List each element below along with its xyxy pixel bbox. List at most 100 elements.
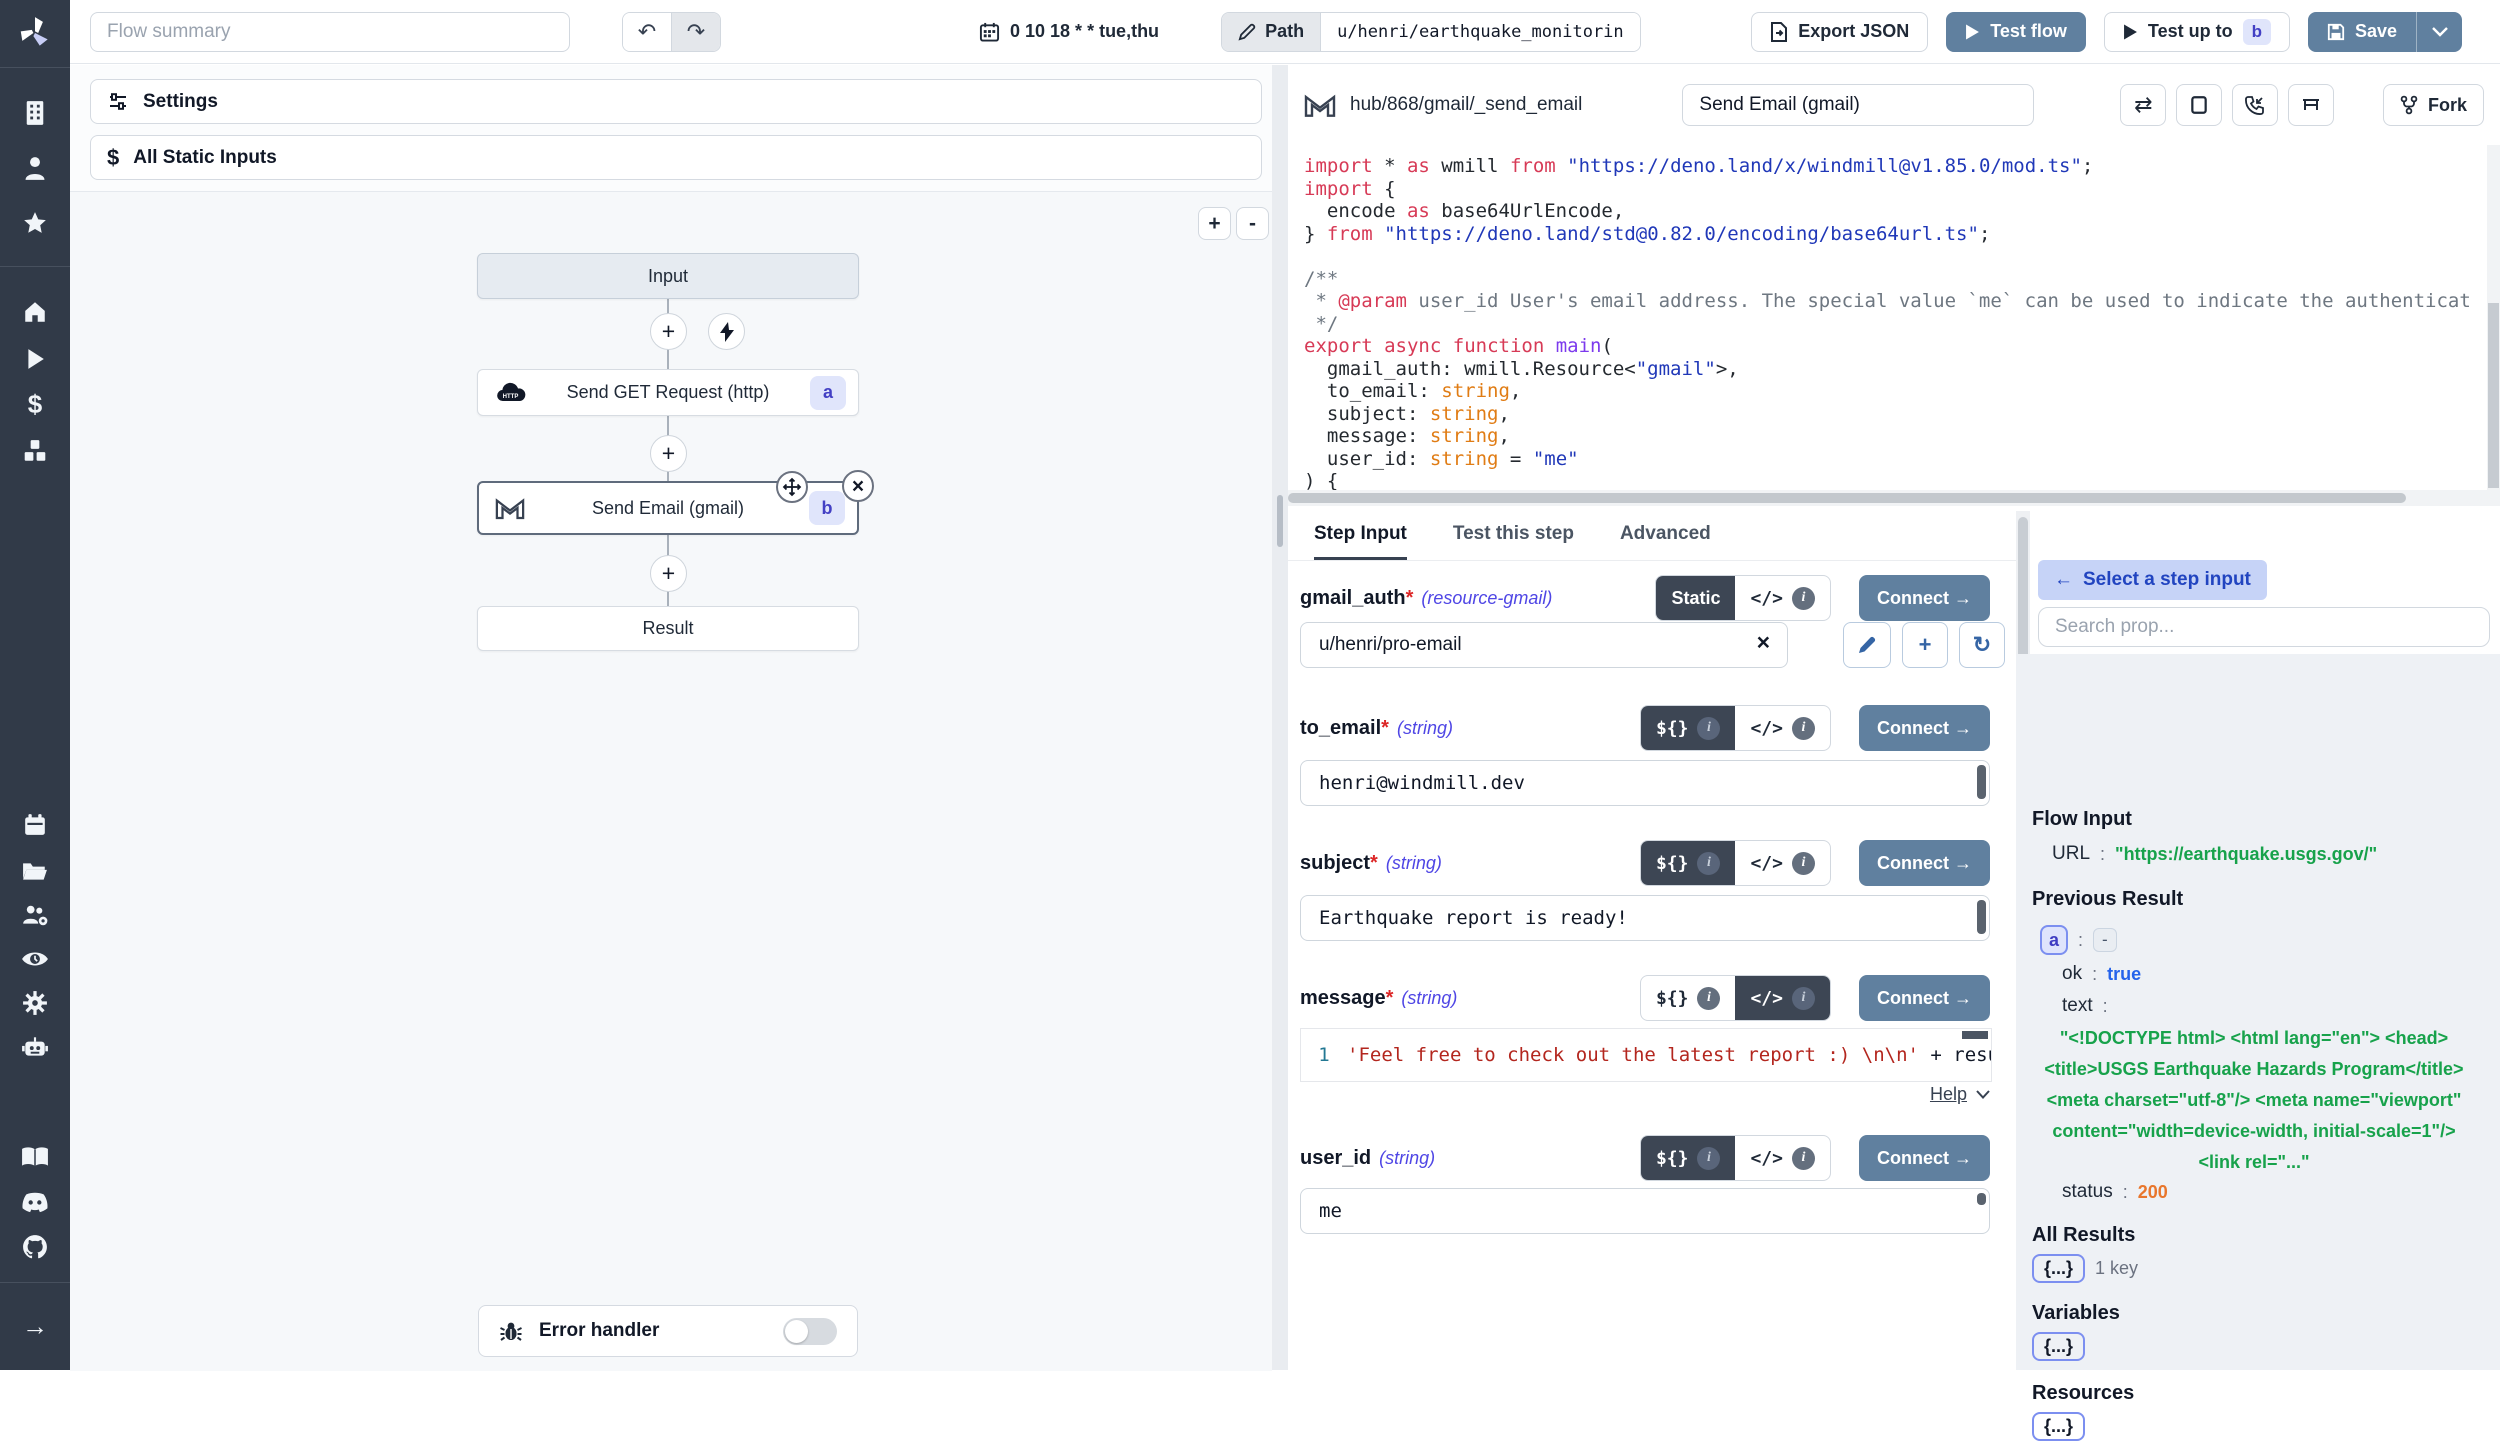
fork-button[interactable]: Fork [2383, 84, 2484, 126]
field-user-id-header: user_id (string) ${}i </>i Connect → [1300, 1135, 1990, 1181]
mode-template[interactable]: ${}i [1641, 706, 1736, 750]
audit-eye-icon[interactable] [0, 946, 70, 972]
panel-resize-gutter[interactable] [1272, 65, 1288, 1370]
zoom-in-button[interactable]: + [1198, 207, 1231, 240]
discord-icon[interactable] [0, 1190, 70, 1216]
save-dropdown-button[interactable] [2416, 12, 2462, 52]
resize-handle[interactable] [1277, 495, 1283, 547]
docs-book-icon[interactable] [0, 1144, 70, 1170]
settings-bar[interactable]: Settings [90, 79, 1262, 124]
select-step-input-button[interactable]: ← Select a step input [2038, 560, 2267, 600]
add-step-button[interactable]: + [650, 313, 687, 350]
code-vertical-scrollbar[interactable] [2487, 145, 2500, 492]
phone-call-button[interactable] [2232, 84, 2278, 126]
connect-button[interactable]: Connect → [1859, 1135, 1990, 1181]
test-up-to-button[interactable]: Test up to b [2104, 12, 2290, 52]
step-summary-input[interactable] [1682, 84, 2034, 126]
mode-template[interactable]: ${}i [1641, 1136, 1736, 1180]
trigger-bolt-button[interactable] [708, 313, 745, 350]
schedule-display[interactable]: 0 10 18 * * tue,thu [979, 21, 1159, 43]
flow-node-get-request[interactable]: HTTP Send GET Request (http) a [477, 369, 859, 416]
search-prop-input[interactable] [2038, 607, 2490, 647]
redo-button[interactable]: ↷ [671, 13, 720, 51]
tab-test-this-step[interactable]: Test this step [1453, 511, 1574, 560]
mode-template[interactable]: ${}i [1641, 841, 1736, 885]
connect-button[interactable]: Connect → [1859, 575, 1990, 621]
flow-input-url-row[interactable]: URL : "https://earthquake.usgs.gov/" [2052, 843, 2377, 865]
connect-button[interactable]: Connect → [1859, 975, 1990, 1021]
runs-play-icon[interactable] [0, 346, 70, 372]
mode-javascript[interactable]: </>i [1735, 1136, 1830, 1180]
error-handler-toggle[interactable] [783, 1318, 837, 1345]
scrollbar-thumb[interactable] [2488, 303, 2499, 488]
scrollbar-thumb[interactable] [1288, 493, 2406, 503]
collapse-chip[interactable]: - [2093, 928, 2117, 952]
export-json-button[interactable]: Export JSON [1751, 12, 1928, 52]
mode-static[interactable]: Static [1656, 576, 1735, 620]
refresh-resource-button[interactable]: ↻ [1959, 622, 2005, 668]
all-static-inputs-bar[interactable]: $ All Static Inputs [90, 135, 1262, 180]
prop-picker: ← Select a step input Flow Input URL : "… [2030, 511, 2500, 1370]
github-icon[interactable] [0, 1234, 70, 1260]
object-badge[interactable]: {...} [2032, 1412, 2085, 1441]
settings-gear-icon[interactable] [0, 990, 70, 1016]
add-step-button[interactable]: + [650, 555, 687, 592]
connect-button[interactable]: Connect → [1859, 705, 1990, 751]
ok-row[interactable]: ok : true [2062, 963, 2141, 985]
delete-node-button[interactable]: × [842, 470, 874, 502]
to-email-input[interactable] [1300, 760, 1990, 806]
windmill-logo-icon[interactable] [0, 12, 70, 54]
user-icon[interactable] [0, 155, 70, 181]
flow-graph-canvas[interactable]: + - Input + HTTP Send GET Request (http)… [70, 191, 1272, 1371]
variables-dollar-icon[interactable]: $ [0, 390, 70, 418]
add-resource-button[interactable]: + [1902, 622, 1948, 668]
message-code-editor[interactable]: 1 'Feel free to check out the latest rep… [1300, 1028, 1992, 1082]
move-node-button[interactable] [776, 471, 808, 503]
add-step-button[interactable]: + [650, 435, 687, 472]
user-id-input[interactable] [1300, 1188, 1990, 1234]
test-flow-button[interactable]: Test flow [1946, 12, 2086, 52]
mode-javascript[interactable]: </>i [1735, 706, 1830, 750]
flow-node-result[interactable]: Result [477, 606, 859, 651]
workers-robot-icon[interactable] [0, 1034, 70, 1060]
edit-resource-button[interactable] [1843, 622, 1891, 668]
code-horizontal-scrollbar[interactable] [1288, 490, 2500, 506]
sync-arrows-button[interactable]: ⇄ [2120, 84, 2166, 126]
zoom-out-button[interactable]: - [1236, 207, 1269, 240]
save-button[interactable]: Save [2308, 12, 2416, 52]
subject-input[interactable] [1300, 895, 1990, 941]
workbench-button[interactable] [2288, 84, 2334, 126]
groups-users-icon[interactable] [0, 902, 70, 928]
flow-summary-input[interactable] [90, 12, 570, 52]
mode-javascript[interactable]: </>i [1735, 841, 1830, 885]
resource-input[interactable] [1300, 622, 1788, 668]
field-subject-input-row [1300, 895, 1990, 941]
text-row-value[interactable]: "<!DOCTYPE html> <html lang="en"> <head>… [2036, 1023, 2472, 1178]
status-row[interactable]: status : 200 [2062, 1181, 2168, 1203]
help-link[interactable]: Help [1930, 1084, 1990, 1105]
connect-button[interactable]: Connect → [1859, 840, 1990, 886]
workspace-building-icon[interactable] [0, 100, 70, 126]
tab-advanced[interactable]: Advanced [1620, 511, 1711, 560]
flow-node-input[interactable]: Input [477, 253, 859, 299]
object-badge[interactable]: {...} [2032, 1254, 2085, 1283]
expand-arrow-icon[interactable]: → [0, 1312, 70, 1340]
mode-javascript[interactable]: </>i [1735, 976, 1830, 1020]
tab-step-input[interactable]: Step Input [1314, 511, 1407, 560]
clear-icon[interactable]: × [1757, 631, 1770, 654]
path-edit-button[interactable]: Path [1222, 13, 1321, 51]
star-icon[interactable] [0, 210, 70, 236]
schedules-calendar-icon[interactable] [0, 812, 70, 838]
mode-javascript[interactable]: </>i [1735, 576, 1830, 620]
folders-icon[interactable] [0, 858, 70, 884]
result-a-badge[interactable]: a [2040, 925, 2068, 955]
code-editor[interactable]: import * as wmill from "https://deno.lan… [1288, 145, 2474, 490]
home-icon[interactable] [0, 299, 70, 325]
undo-button[interactable]: ↶ [623, 13, 671, 51]
object-badge[interactable]: {...} [2032, 1332, 2085, 1361]
text-row-key[interactable]: text : [2062, 995, 2108, 1017]
resources-cubes-icon[interactable] [0, 438, 70, 464]
path-chip[interactable]: Path u/henri/earthquake_monitorin [1221, 12, 1641, 52]
expand-square-button[interactable] [2176, 84, 2222, 126]
mode-template[interactable]: ${}i [1641, 976, 1736, 1020]
